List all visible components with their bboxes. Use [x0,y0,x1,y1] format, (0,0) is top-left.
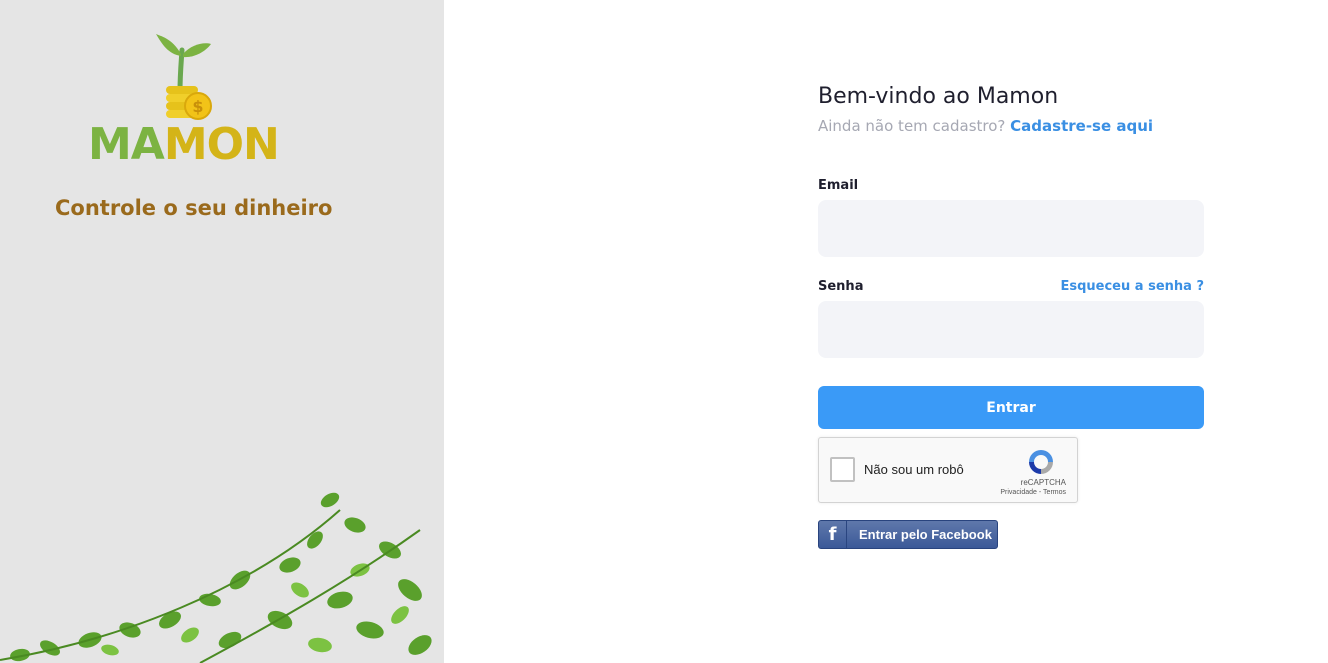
svg-text:$: $ [192,97,203,116]
mamon-logo: $ MAMON [88,30,288,170]
logo-text-ma: MA [88,119,165,170]
welcome-title: Bem-vindo ao Mamon [818,84,1059,109]
tagline: Controle o seu dinheiro [55,196,333,220]
facebook-login-button[interactable]: f Entrar pelo Facebook [818,520,998,549]
plant-decoration-image [0,492,432,663]
forgot-password-link[interactable]: Esqueceu a senha ? [1060,279,1204,294]
password-label: Senha [818,279,864,294]
email-label-row: Email [818,178,1204,193]
no-account-text: Ainda não tem cadastro? [818,117,1006,135]
facebook-login-label: Entrar pelo Facebook [859,527,992,542]
recaptcha-brand: reCAPTCHA [1020,478,1066,487]
left-brand-panel: $ MAMON Controle o seu dinheiro [0,0,444,663]
recaptcha-widget: Não sou um robô reCAPTCHA Privacidade - … [818,437,1078,503]
facebook-icon: f [819,521,847,548]
logo-text-mon: MON [163,119,280,170]
recaptcha-terms-link[interactable]: Privacidade - Termos [1000,489,1066,496]
email-field[interactable] [818,200,1204,257]
recaptcha-label: Não sou um robô [864,462,964,477]
password-label-row: Senha Esqueceu a senha ? [818,279,1204,294]
recaptcha-logo-icon [1029,450,1053,474]
recaptcha-checkbox[interactable] [830,457,855,482]
money-plant-icon: $ [156,34,212,120]
password-field[interactable] [818,301,1204,358]
logo-wordmark: MAMON [88,123,280,167]
signup-link[interactable]: Cadastre-se aqui [1010,117,1153,135]
login-button[interactable]: Entrar [818,386,1204,429]
login-form: Bem-vindo ao Mamon Ainda não tem cadastr… [818,84,1204,549]
email-label: Email [818,178,859,193]
signup-prompt: Ainda não tem cadastro? Cadastre-se aqui [818,117,1204,135]
